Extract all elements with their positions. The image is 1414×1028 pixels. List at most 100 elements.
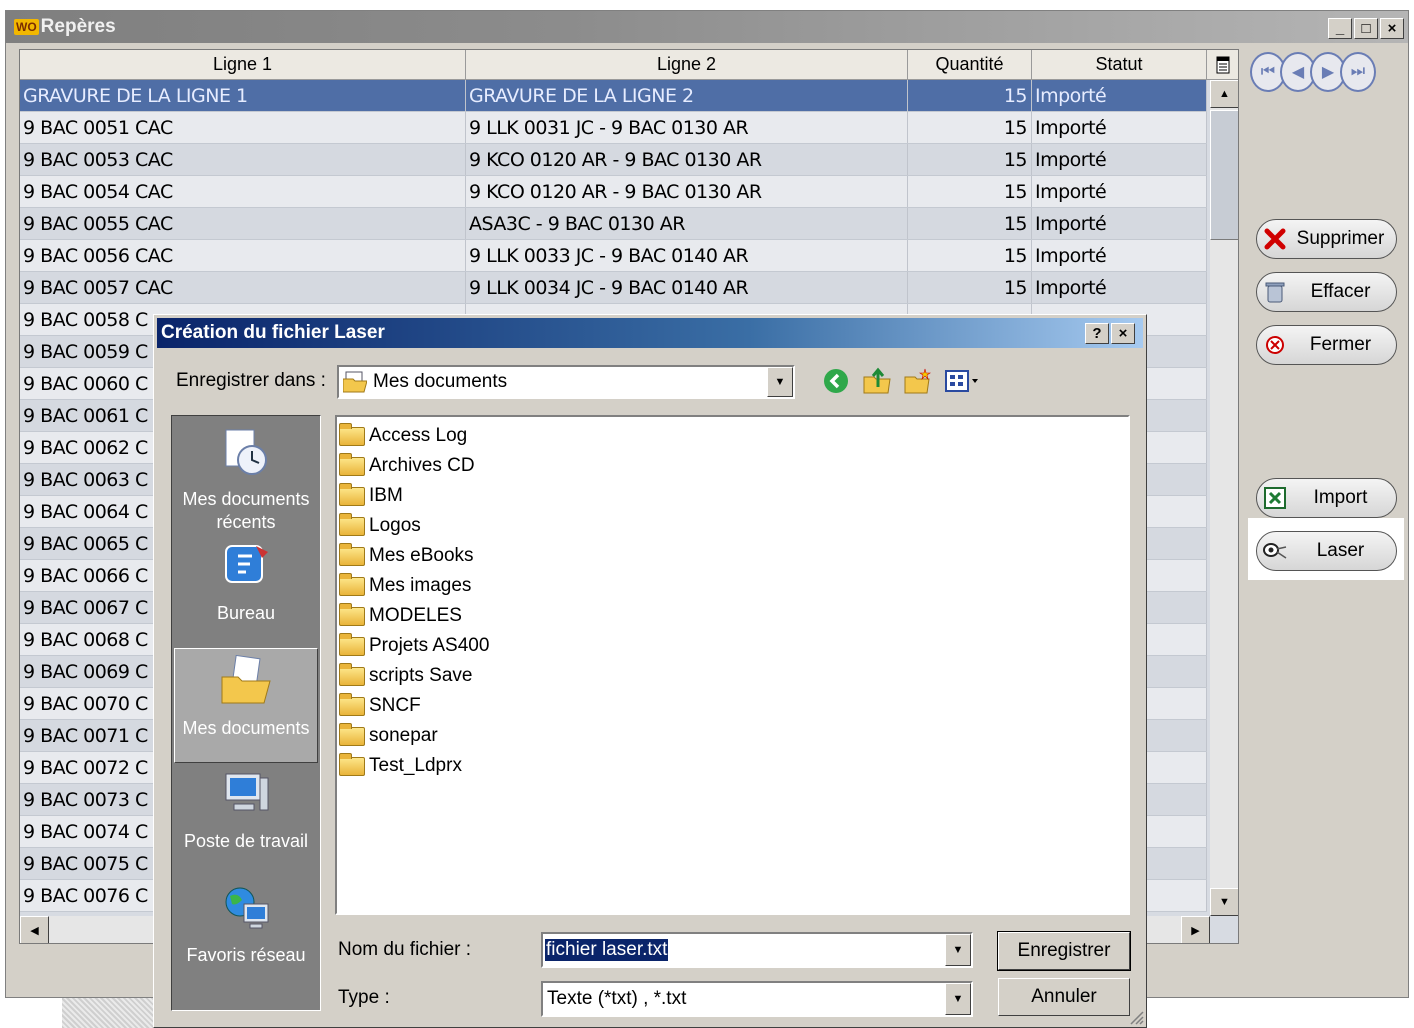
recent-documents-icon: [174, 426, 318, 484]
table-row[interactable]: GRAVURE DE LA LIGNE 1 GRAVURE DE LA LIGNE…: [20, 80, 1207, 112]
scroll-thumb[interactable]: [1210, 110, 1238, 240]
excel-icon: [1257, 487, 1293, 509]
place-my-documents[interactable]: Mes documents: [174, 648, 318, 763]
column-header-quantite[interactable]: Quantité: [908, 50, 1032, 80]
list-item[interactable]: scripts Save: [339, 661, 1126, 691]
file-list[interactable]: Access Log Archives CD IBM Logos Mes eBooks M…: [335, 415, 1130, 915]
type-label: Type :: [338, 987, 390, 1008]
place-label: Poste de travail: [183, 831, 309, 851]
cell-statut: Importé: [1032, 144, 1207, 175]
vertical-scrollbar[interactable]: ▲ ▼: [1210, 80, 1238, 916]
table-row[interactable]: 9 BAC 0056 CAC 9 LLK 0033 JC - 9 BAC 0140…: [20, 240, 1207, 272]
place-network[interactable]: Favoris réseau: [174, 876, 318, 991]
help-button[interactable]: ?: [1085, 323, 1109, 344]
cell-ligne1: 9 BAC 0051 CAC: [20, 112, 466, 143]
filename-chevron-down-icon[interactable]: ▼: [945, 934, 971, 966]
folder-name: sonepar: [369, 725, 438, 746]
folder-icon: [339, 512, 365, 536]
places-bar: Mes documents récents Bureau Mes documen…: [171, 415, 321, 1011]
folder-name: MODELES: [369, 605, 462, 626]
background-pattern: [62, 998, 153, 1028]
list-item[interactable]: Archives CD: [339, 451, 1126, 481]
table-row[interactable]: 9 BAC 0053 CAC 9 KCO 0120 AR - 9 BAC 0130…: [20, 144, 1207, 176]
save-in-dropdown[interactable]: Mes documents ▼: [337, 365, 795, 399]
list-item[interactable]: sonepar: [339, 721, 1126, 751]
column-chooser-icon[interactable]: [1207, 50, 1238, 80]
folder-icon: [339, 542, 365, 566]
list-item[interactable]: Access Log: [339, 421, 1126, 451]
scroll-up-button[interactable]: ▲: [1210, 80, 1238, 108]
folder-name: Test_Ldprx: [369, 755, 462, 776]
my-computer-icon: [174, 768, 318, 826]
place-desktop[interactable]: Bureau: [174, 534, 318, 649]
last-record-icon[interactable]: ⏭: [1340, 52, 1376, 92]
table-row[interactable]: 9 BAC 0055 CAC ASA3C - 9 BAC 0130 AR 15 Imp…: [20, 208, 1207, 240]
table-row[interactable]: 9 BAC 0057 CAC 9 LLK 0034 JC - 9 BAC 0140…: [20, 272, 1207, 304]
cell-statut: Importé: [1032, 80, 1207, 111]
list-item[interactable]: Mes eBooks: [339, 541, 1126, 571]
list-item[interactable]: MODELES: [339, 601, 1126, 631]
import-button[interactable]: Import: [1256, 478, 1397, 518]
effacer-button[interactable]: Effacer: [1256, 272, 1397, 312]
place-my-computer[interactable]: Poste de travail: [174, 762, 318, 877]
dialog-title: Création du fichier Laser: [161, 322, 385, 343]
cell-quantite: 15: [908, 176, 1032, 207]
up-folder-icon[interactable]: [862, 367, 892, 401]
view-menu-icon[interactable]: [944, 367, 984, 401]
list-item[interactable]: Projets AS400: [339, 631, 1126, 661]
fermer-button[interactable]: Fermer: [1256, 325, 1397, 365]
folder-icon: [339, 602, 365, 626]
list-item[interactable]: Mes images: [339, 571, 1126, 601]
place-label: Bureau: [216, 603, 276, 623]
folder-icon: [339, 572, 365, 596]
folder-icon: [339, 482, 365, 506]
minimize-button[interactable]: _: [1328, 18, 1352, 39]
dialog-close-button[interactable]: ×: [1111, 323, 1135, 344]
list-item[interactable]: SNCF: [339, 691, 1126, 721]
scroll-right-button[interactable]: ▶: [1181, 916, 1210, 943]
list-item[interactable]: Logos: [339, 511, 1126, 541]
main-title-bar[interactable]: WO Repères _ □ ×: [6, 11, 1408, 43]
place-label: Mes documents récents: [182, 489, 310, 532]
delete-x-icon: [1257, 228, 1293, 250]
fermer-label: Fermer: [1309, 334, 1372, 355]
cell-statut: Importé: [1032, 208, 1207, 239]
list-item[interactable]: Test_Ldprx: [339, 751, 1126, 781]
place-label: Mes documents: [182, 718, 310, 738]
list-item[interactable]: IBM: [339, 481, 1126, 511]
file-type-select[interactable]: Texte (*txt) , *.txt ▼: [541, 981, 973, 1017]
close-button[interactable]: ×: [1380, 18, 1404, 39]
save-button[interactable]: Enregistrer: [997, 931, 1131, 971]
table-row[interactable]: 9 BAC 0054 CAC 9 KCO 0120 AR - 9 BAC 0130…: [20, 176, 1207, 208]
window-title: Repères: [40, 16, 116, 37]
table-row[interactable]: 9 BAC 0051 CAC 9 LLK 0031 JC - 9 BAC 0130…: [20, 112, 1207, 144]
cancel-button[interactable]: Annuler: [998, 978, 1130, 1016]
scroll-left-button[interactable]: ◀: [20, 916, 49, 943]
folder-name: SNCF: [369, 695, 421, 716]
chevron-down-icon[interactable]: ▼: [767, 367, 793, 397]
new-folder-icon[interactable]: [903, 367, 933, 401]
maximize-button[interactable]: □: [1354, 18, 1378, 39]
desktop-icon: [174, 540, 318, 598]
scroll-down-button[interactable]: ▼: [1210, 888, 1238, 916]
column-header-ligne2[interactable]: Ligne 2: [466, 50, 908, 80]
type-chevron-down-icon[interactable]: ▼: [945, 983, 971, 1015]
laser-button[interactable]: Laser: [1256, 531, 1397, 571]
network-globe-icon: [174, 882, 318, 940]
cell-statut: Importé: [1032, 176, 1207, 207]
column-header-statut[interactable]: Statut: [1032, 50, 1207, 80]
dialog-title-bar[interactable]: Création du fichier Laser ? ×: [157, 318, 1143, 348]
back-icon[interactable]: [822, 367, 850, 401]
cell-ligne1: 9 BAC 0056 CAC: [20, 240, 466, 271]
folder-name: Archives CD: [369, 455, 475, 476]
filename-input[interactable]: fichier laser.txt ▼: [541, 932, 973, 968]
resize-grip-icon[interactable]: [1128, 1009, 1144, 1025]
column-header-ligne1[interactable]: Ligne 1: [20, 50, 466, 80]
supprimer-button[interactable]: Supprimer: [1256, 219, 1397, 259]
cell-ligne2: 9 KCO 0120 AR - 9 BAC 0130 AR: [466, 176, 908, 207]
place-recent-documents[interactable]: Mes documents récents: [174, 420, 318, 535]
folder-icon: [339, 752, 365, 776]
filename-label: Nom du fichier :: [338, 939, 472, 960]
cell-quantite: 15: [908, 80, 1032, 111]
cell-statut: Importé: [1032, 272, 1207, 303]
